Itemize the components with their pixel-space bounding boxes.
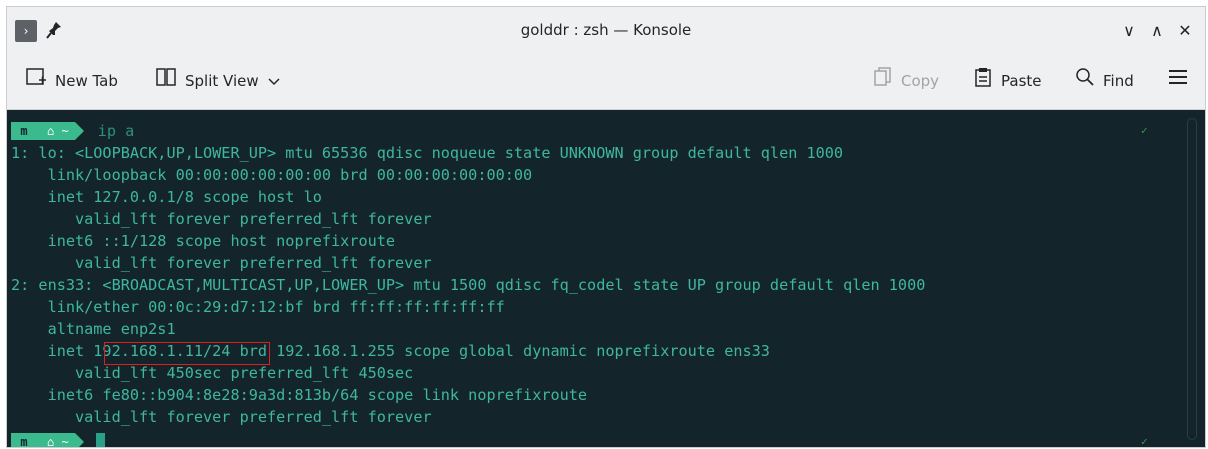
split-view-icon <box>155 66 177 97</box>
ip-address-highlight-box <box>104 342 270 365</box>
output-line: valid_lft forever preferred_lft forever <box>11 408 432 426</box>
title-bar[interactable]: › golddr : zsh — Konsole ∨ ∧ ✕ <box>7 7 1205 53</box>
output-line: valid_lft 450sec preferred_lft 450sec <box>11 364 414 382</box>
search-icon <box>1075 67 1095 96</box>
chevron-down-icon <box>267 67 281 95</box>
scrollbar[interactable] <box>1187 118 1197 440</box>
prompt-arrow-icon <box>74 122 84 140</box>
text-cursor <box>95 433 105 447</box>
find-button[interactable]: Find <box>1075 67 1134 95</box>
prompt-line-current: m ⌂ ~ <box>11 432 105 447</box>
prompt-home-segment: ⌂ ~ <box>37 433 75 447</box>
copy-label: Copy <box>901 72 940 90</box>
paste-label: Paste <box>1001 72 1042 90</box>
output-line: valid_lft forever preferred_lft forever <box>11 210 432 228</box>
maximize-button[interactable]: ∧ <box>1146 20 1168 42</box>
output-line: inet6 fe80::b904:8e28:9a3d:813b/64 scope… <box>11 386 588 404</box>
minimize-button[interactable]: ∨ <box>1118 20 1140 42</box>
output-line: valid_lft forever preferred_lft forever <box>11 254 432 272</box>
new-tab-label: New Tab <box>55 72 118 90</box>
output-line: inet6 ::1/128 scope host noprefixroute <box>11 232 396 250</box>
command-text: ip a <box>97 122 135 140</box>
prompt-os-icon: m <box>11 122 37 140</box>
output-line: link/loopback 00:00:00:00:00:00 brd 00:0… <box>11 166 533 184</box>
toolbar: New Tab Split View Copy Paste Find <box>7 53 1205 110</box>
copy-button[interactable]: Copy <box>873 66 940 97</box>
paste-icon <box>973 66 993 97</box>
hamburger-menu-button[interactable] <box>1167 67 1189 95</box>
split-view-button[interactable]: Split View <box>155 67 281 95</box>
new-tab-button[interactable]: New Tab <box>25 67 118 95</box>
copy-icon <box>873 66 893 97</box>
output-line: 1: lo: <LOOPBACK,UP,LOWER_UP> mtu 65536 … <box>11 144 844 162</box>
prompt-home-segment: ⌂ ~ <box>37 122 75 140</box>
hamburger-menu-icon <box>1167 67 1189 96</box>
close-button[interactable]: ✕ <box>1174 20 1196 42</box>
status-check-icon: ✓ <box>1141 124 1148 137</box>
output-line: altname enp2s1 <box>11 320 176 338</box>
konsole-window: › golddr : zsh — Konsole ∨ ∧ ✕ New Tab S… <box>6 6 1206 448</box>
terminal-area[interactable]: m ⌂ ~ ip a ✓ 1: lo: <LOOPBACK,UP,LOWER_U… <box>7 110 1205 447</box>
status-check-icon: ✓ <box>1141 435 1148 448</box>
find-label: Find <box>1103 72 1134 90</box>
paste-button[interactable]: Paste <box>973 67 1042 95</box>
output-line: link/ether 00:0c:29:d7:12:bf brd ff:ff:f… <box>11 298 505 316</box>
new-tab-icon <box>25 66 47 97</box>
split-view-label: Split View <box>185 72 259 90</box>
prompt-arrow-icon <box>74 433 84 447</box>
prompt-os-icon: m <box>11 433 37 447</box>
output-line: 2: ens33: <BROADCAST,MULTICAST,UP,LOWER_… <box>11 276 926 294</box>
window-title: golddr : zsh — Konsole <box>520 21 692 39</box>
output-line: inet 127.0.0.1/8 scope host lo <box>11 188 322 206</box>
prompt-line: m ⌂ ~ ip a <box>11 121 134 141</box>
